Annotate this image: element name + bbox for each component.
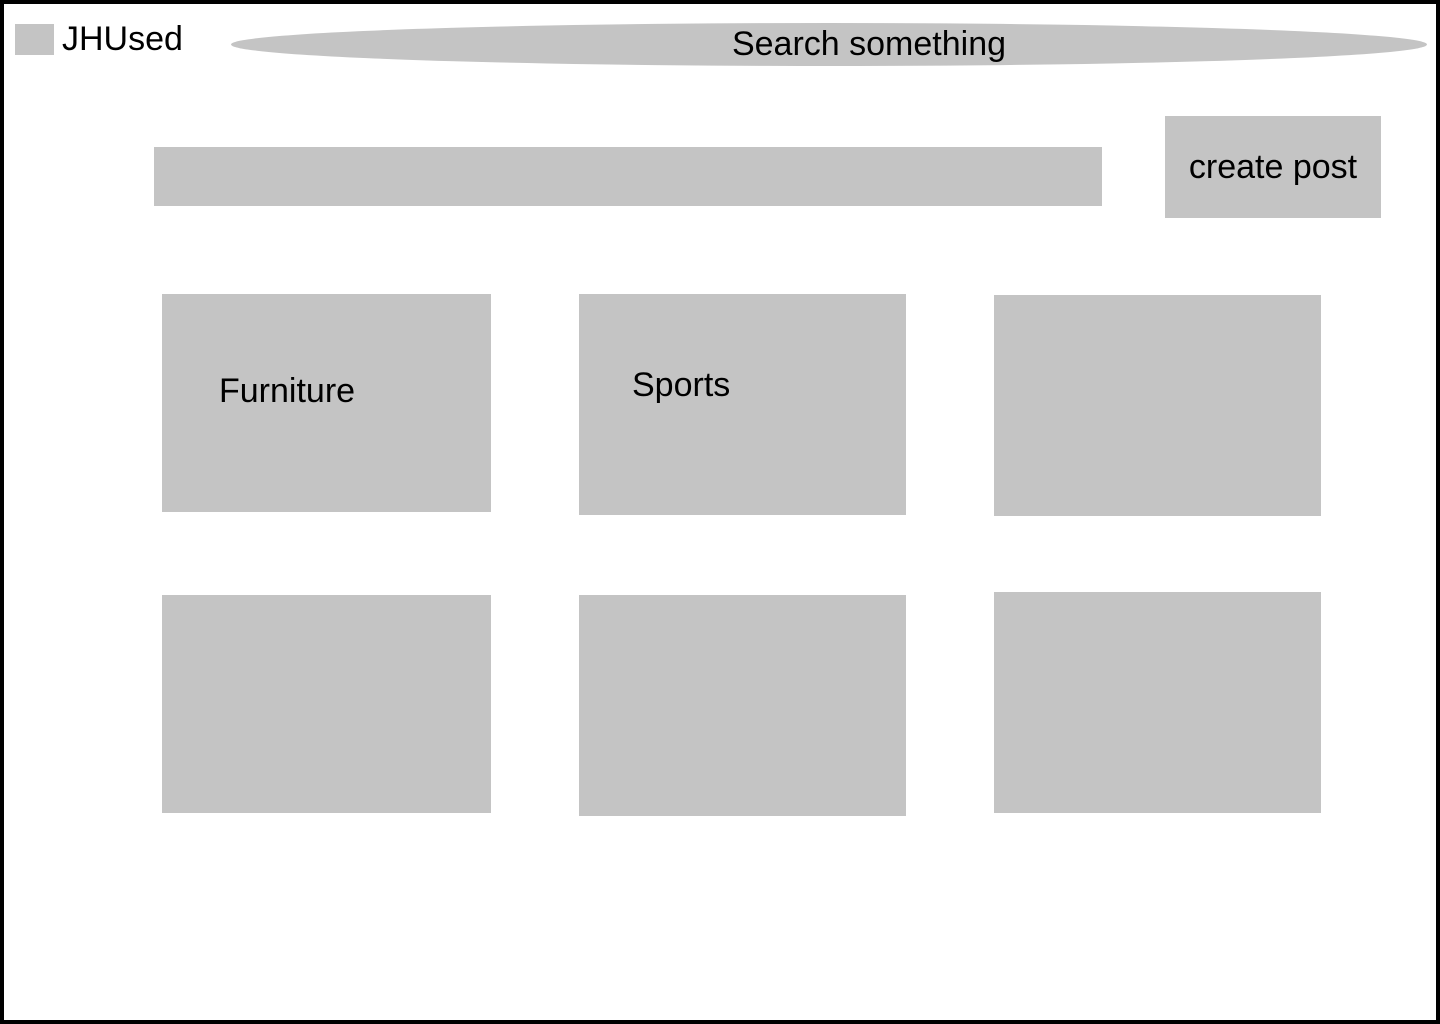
filter-bar[interactable] <box>154 147 1102 206</box>
category-card[interactable] <box>579 595 906 816</box>
category-card-furniture[interactable]: Furniture <box>162 294 491 512</box>
search-placeholder: Search something <box>731 25 1007 63</box>
search-input[interactable]: Search something <box>231 23 1427 66</box>
category-card[interactable] <box>994 295 1321 516</box>
create-post-button[interactable]: create post <box>1165 116 1381 218</box>
category-label: Sports <box>632 366 731 404</box>
category-card[interactable] <box>162 595 491 813</box>
logo-icon[interactable] <box>15 24 54 55</box>
category-label: Furniture <box>219 372 356 410</box>
app-title[interactable]: JHUsed <box>62 20 183 59</box>
create-post-label: create post <box>1188 147 1358 186</box>
category-card[interactable] <box>994 592 1321 813</box>
category-card-sports[interactable]: Sports <box>579 294 906 515</box>
